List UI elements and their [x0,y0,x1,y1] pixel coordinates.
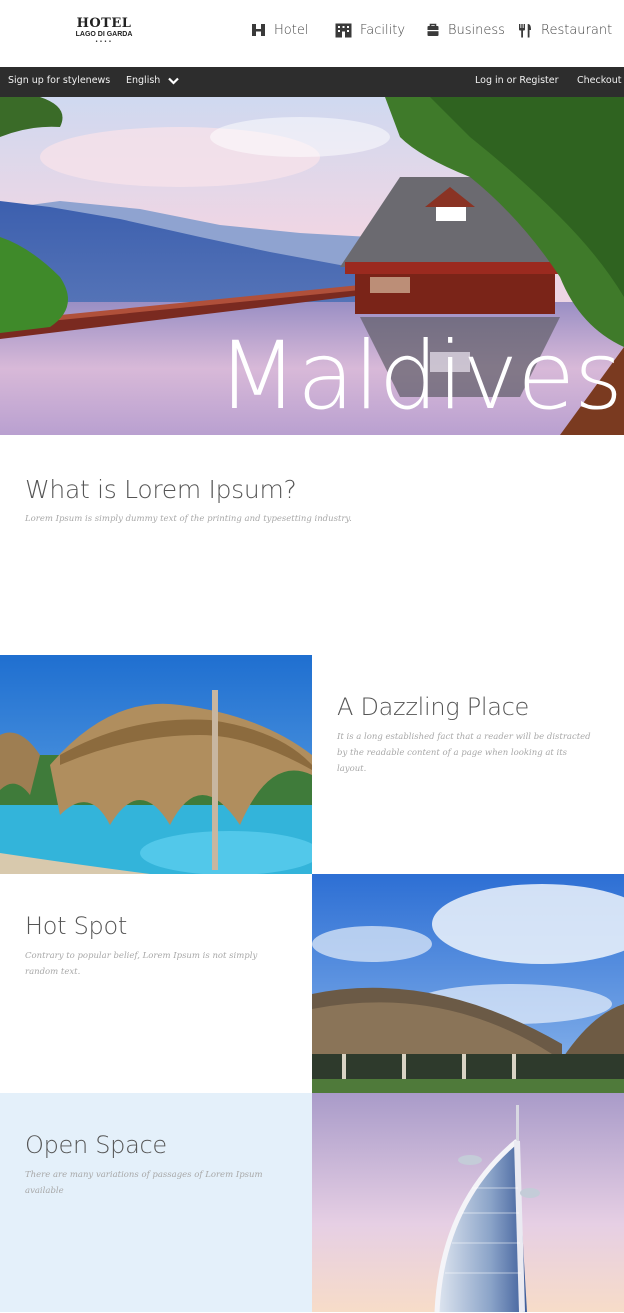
thatched-huts-image [312,874,624,1093]
fork-knife-icon [519,23,531,37]
feature-dazzling-text: A Dazzling Place It is a long establishe… [312,655,624,874]
nav-item-business[interactable]: Business [426,20,505,40]
hero-title: Maldives [216,322,623,431]
newsletter-signup-link[interactable]: Sign up for stylenews [8,75,110,86]
pool-umbrella-image [0,655,312,874]
feature-heading-openspace: Open Space [25,1131,167,1159]
nav-item-hotel[interactable]: Hotel [251,20,308,40]
nav-label-facility: Facility [360,22,406,38]
feature-heading-hotspot: Hot Spot [25,912,127,940]
feature-row-openspace: Open Space There are many variations of … [0,1093,624,1312]
nav-label-business: Business [448,22,505,38]
language-label: English [126,75,161,86]
briefcase-icon [427,23,439,36]
feature-hotspot-text: Hot Spot Contrary to popular belief, Lor… [0,874,312,1093]
h-icon [252,24,265,36]
feature-openspace-text: Open Space There are many variations of … [0,1093,312,1312]
nav-item-facility[interactable]: Facility [335,20,405,40]
feature-text-hotspot: Contrary to popular belief, Lorem Ipsum … [25,951,258,977]
login-register-link[interactable]: Log in or Register [475,75,559,86]
intro-heading: What is Lorem Ipsum? [25,475,297,504]
nav-label-restaurant: Restaurant [541,22,613,38]
feature-row-dazzling: A Dazzling Place It is a long establishe… [0,655,624,874]
nav-item-restaurant[interactable]: Restaurant [518,20,612,40]
nav-label-hotel: Hotel [274,22,309,38]
intro-text: Lorem Ipsum is simply dummy text of the … [25,514,352,524]
logo-title: HOTEL [76,16,132,31]
feature-heading-dazzling: A Dazzling Place [337,693,530,721]
utility-bar: Sign up for stylenews English Log in or … [0,67,624,97]
hero-banner: Maldives [0,97,624,435]
sail-tower-image [312,1093,624,1312]
building-icon [335,23,352,37]
feature-row-hotspot: Hot Spot Contrary to popular belief, Lor… [0,874,624,1093]
intro-section: What is Lorem Ipsum? Lorem Ipsum is simp… [0,435,624,655]
hotel-logo[interactable]: HOTEL LAGO DI GARDA •••• [66,17,142,46]
chevron-down-icon [168,77,180,85]
logo-stars: •••• [95,39,113,45]
site-header: HOTEL LAGO DI GARDA •••• Hotel Facility [0,0,624,67]
feature-text-openspace: There are many variations of passages of… [25,1170,263,1196]
language-selector[interactable]: English [126,75,180,86]
checkout-link[interactable]: Checkout [577,75,621,86]
logo-subtitle: LAGO DI GARDA [75,31,133,38]
feature-text-dazzling: It is a long established fact that a rea… [337,732,591,774]
